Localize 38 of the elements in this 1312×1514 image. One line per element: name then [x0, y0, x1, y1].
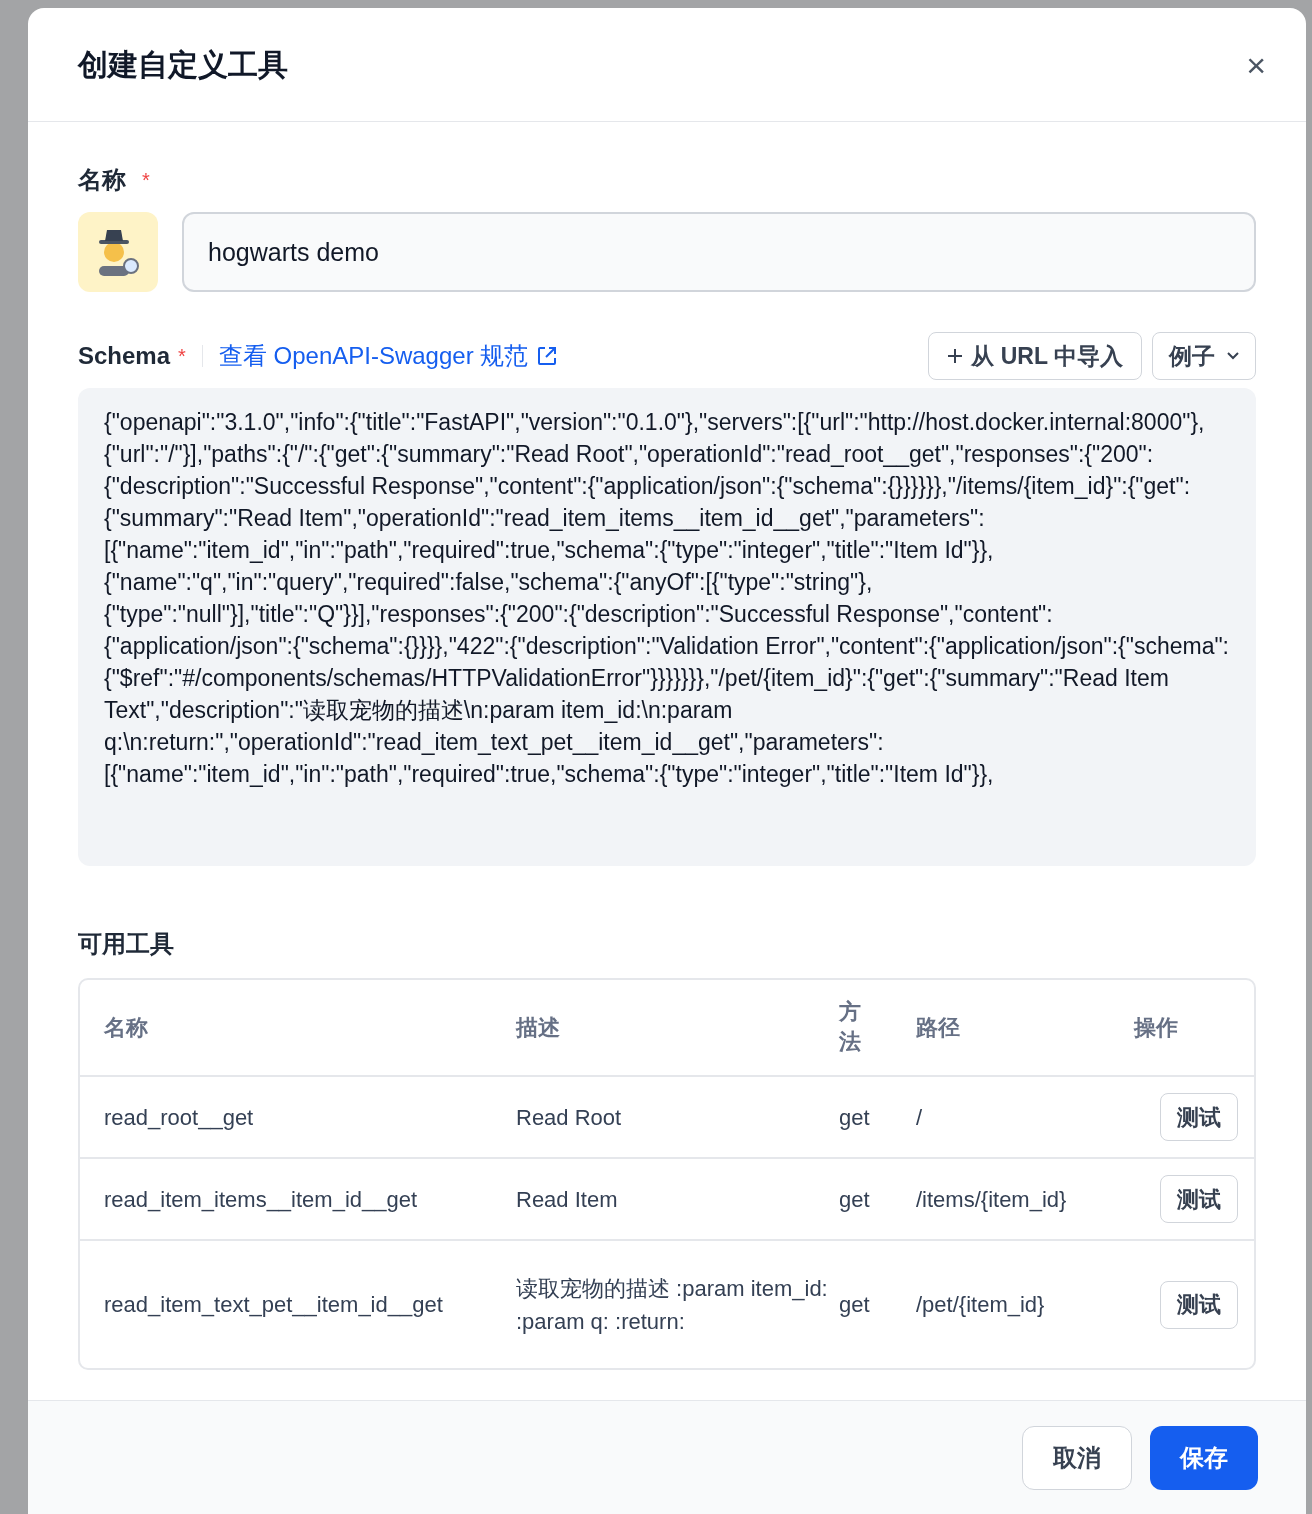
table-cell: get — [839, 1186, 870, 1212]
dialog-title: 创建自定义工具 — [78, 47, 288, 83]
field-label: 名称 — [78, 165, 126, 195]
test-button[interactable]: 测试 — [1160, 1175, 1238, 1223]
test-button[interactable]: 测试 — [1160, 1093, 1238, 1141]
table-cell: /items/{item_id} — [916, 1186, 1067, 1212]
column-header: 操作 — [1134, 1015, 1178, 1040]
table-cell: get — [839, 1292, 870, 1317]
cancel-button[interactable]: 取消 — [1022, 1425, 1132, 1490]
table-cell: read_root__get — [104, 1104, 254, 1130]
field-label: Schema — [78, 341, 171, 371]
spec-link[interactable]: 查看 OpenAPI-Swagger 规范 — [218, 338, 559, 374]
column-header: 描述 — [516, 1015, 560, 1040]
table-cell: read_item_text_pet__item_id__get — [104, 1292, 443, 1317]
chevron-down-icon — [1227, 352, 1239, 360]
close-button[interactable]: × — [1246, 47, 1266, 82]
required-mark: * — [142, 168, 150, 193]
import-url-button[interactable]: 从 URL 中导入 — [928, 332, 1142, 380]
test-button[interactable]: 测试 — [1160, 1280, 1238, 1329]
required-mark: * — [178, 344, 186, 369]
example-dropdown[interactable]: 例子 — [1152, 332, 1256, 380]
avatar-button[interactable] — [78, 212, 158, 292]
plus-icon — [947, 348, 964, 364]
save-button[interactable]: 保存 — [1150, 1425, 1258, 1490]
table-cell: /pet/{item_id} — [916, 1292, 1045, 1317]
external-link-icon — [536, 345, 559, 367]
table-cell: 读取宠物的描述 :param item_id: :param q: :return: — [516, 1275, 828, 1334]
column-header: 名称 — [104, 1015, 148, 1040]
column-header: 路径 — [916, 1015, 960, 1040]
section-title: 可用工具 — [78, 929, 175, 959]
table-cell: read_item_items__item_id__get — [104, 1186, 418, 1212]
schema-text-area[interactable]: {"openapi":"3.1.0","info":{"title":"FastAPI","version":"0.1.0"},"servers":[{"url":"http://host.docker.internal:8000"},{"url":"/"}],"paths":{"/":{"get":{"summary":"Read Root","operationId":"read_root__get","responses":{"200":{"description":"Successful Response","content":{"application/json":{"schema":{}}}}}},"/items/{item_id}":{"get":{"summary":"Read Item","operationId":"read_item_items__item_id__get","parameters":[{"name":"item_id","in":"path","required":true,"schema":{"type":"integer","title":"Item Id"}},{"name":"q","in":"query","required":false,"schema":{"anyOf":[{"type":"string"},{"type":"null"}],"title":"Q"}}],"responses":{"200":{"description":"Successful Response","content":{"application/json":{"schema":{}}}},"422":{"description":"Validation Error","content":{"application/json":{"schema":{"$ref":"#/components/schemas/HTTPValidationError"}}}}}}},"/pet/{item_id}":{"get":{"summary":"Read Item Text","description":"读取宠物的描述\n:param item_id:\n:param q:\n:return:","operationId":"read_item_text_pet__item_id__get","parameters":[{"name":"item_id","in":"path","required":true,"schema":{"type":"integer","title":"Item Id"}}, — [78, 388, 1256, 866]
name-input[interactable]: hogwarts demo — [182, 212, 1256, 292]
table-cell: / — [916, 1104, 923, 1130]
column-header: 方法 — [839, 997, 861, 1057]
table-cell: Read Root — [516, 1104, 622, 1130]
table-cell: get — [839, 1104, 870, 1130]
table-cell: Read Item — [516, 1186, 618, 1212]
